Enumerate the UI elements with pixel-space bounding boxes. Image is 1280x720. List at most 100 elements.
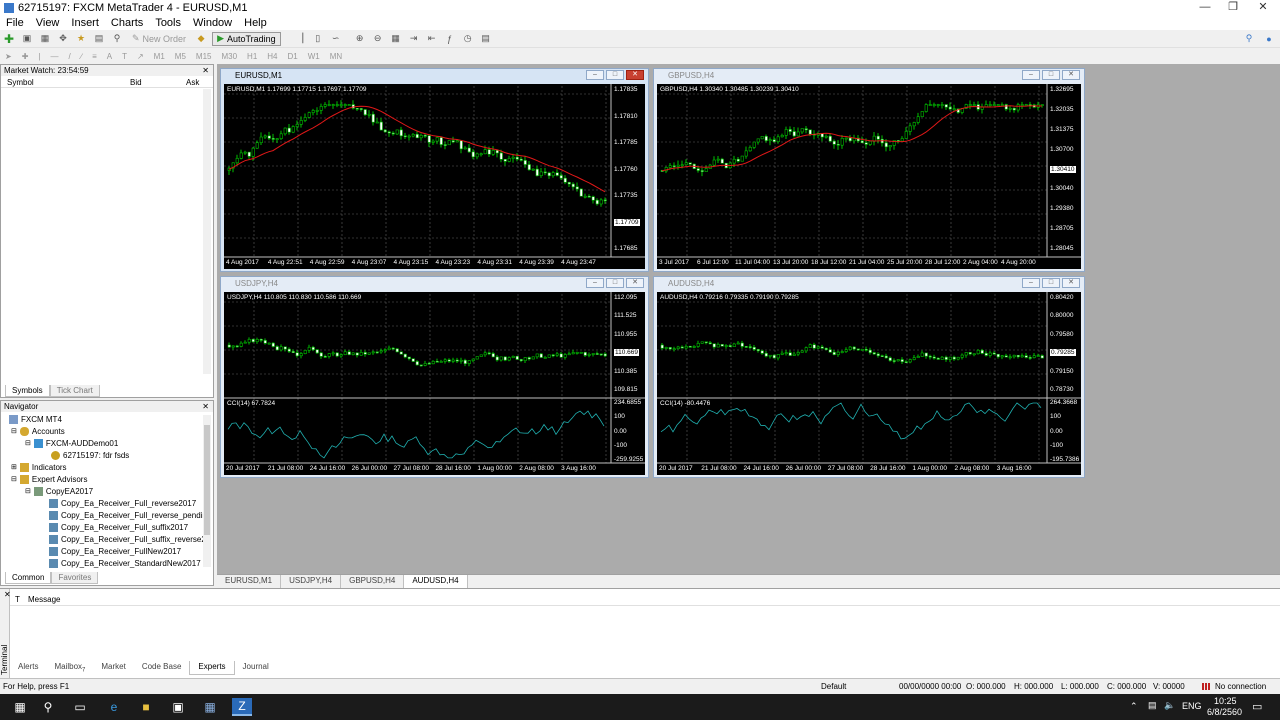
navigator-scrollbar[interactable] [203,415,211,567]
task-view-icon[interactable]: ▭ [70,698,90,716]
period-h1[interactable]: H1 [247,52,257,61]
period-d1[interactable]: D1 [288,52,298,61]
profiles-icon[interactable]: ▣ [20,32,34,46]
minimize-icon[interactable]: – [1022,278,1040,288]
minimize-button[interactable]: — [1190,0,1220,16]
close-icon[interactable]: ✕ [626,278,644,288]
search-icon[interactable]: ⚲ [38,698,58,716]
maximize-icon[interactable]: □ [1042,70,1060,80]
chart-window-titlebar[interactable]: GBPUSD,H4 – □ ✕ [654,69,1084,82]
line-chart-icon[interactable]: ∽ [329,32,343,46]
tab-mailbox[interactable]: Mailbox7 [46,661,93,675]
tab-alerts[interactable]: Alerts [10,661,46,675]
period-m1[interactable]: M1 [154,52,165,61]
nav-item-ea[interactable]: Copy_Ea_Receiver_FullNew2017 [49,545,181,557]
maximize-button[interactable]: ❐ [1218,0,1248,16]
period-w1[interactable]: W1 [308,52,320,61]
menu-insert[interactable]: Insert [65,16,105,30]
store-icon[interactable]: ▣ [168,698,188,716]
nav-item-ea[interactable]: Copy_Ea_Receiver_StandardNew2017 [49,557,201,569]
close-icon[interactable]: ✕ [626,70,644,80]
tab-symbols[interactable]: Symbols [5,385,50,397]
autoscroll-icon[interactable]: ⇥ [407,32,421,46]
community-icon[interactable]: ● [1262,32,1276,46]
chart-window[interactable]: EURUSD,M1 – □ ✕ EURUSD,M1 1.17699 1.17715 1.… [220,68,649,272]
text-icon[interactable]: A [107,52,112,61]
vline-icon[interactable]: | [38,52,40,61]
tray-date[interactable]: 6/8/2560 [1207,707,1242,717]
market-watch-scrollbar[interactable] [203,89,211,374]
data-window-icon[interactable]: ✥ [56,32,70,46]
menu-view[interactable]: View [30,16,66,30]
chart-window[interactable]: GBPUSD,H4 – □ ✕ GBPUSD,H4 1.30340 1.30485 1.… [653,68,1085,272]
hline-icon[interactable]: — [50,52,58,61]
tab-tick-chart[interactable]: Tick Chart [49,385,100,397]
arrow-icon[interactable]: ↗ [137,52,144,61]
col-symbol[interactable]: Symbol [7,78,34,87]
templates-icon[interactable]: ▤ [479,32,493,46]
channel-icon[interactable]: ∕ [81,52,82,61]
menu-help[interactable]: Help [238,16,273,30]
cursor-icon[interactable]: ➤ [5,52,12,61]
navigator-icon[interactable]: ★ [74,32,88,46]
nav-item-account[interactable]: 62715197: fdr fsds [51,449,129,461]
app-z-icon[interactable]: Z [232,698,252,716]
chart-plot[interactable]: GBPUSD,H4 1.30340 1.30485 1.30239 1.3041… [657,84,1081,269]
chart-plot[interactable]: AUDUSD,H4 0.79216 0.79335 0.79190 0.7928… [657,292,1081,475]
col-message[interactable]: Message [28,595,60,604]
tray-lang[interactable]: ENG [1182,701,1202,711]
close-icon[interactable]: ✕ [1062,70,1080,80]
menu-window[interactable]: Window [187,16,238,30]
tab-experts[interactable]: Experts [189,661,235,675]
nav-item-experts[interactable]: ⊟ Expert Advisors [11,473,87,485]
period-h4[interactable]: H4 [267,52,277,61]
menu-tools[interactable]: Tools [149,16,187,30]
label-icon[interactable]: T [122,52,127,61]
nav-item-ea[interactable]: Copy_Ea_Receiver_Full_suffix2017 [49,521,188,533]
trendline-icon[interactable]: / [68,52,70,61]
period-m15[interactable]: M15 [196,52,212,61]
maximize-icon[interactable]: □ [606,278,624,288]
period-mn[interactable]: MN [330,52,342,61]
chart-plot[interactable]: USDJPY,H4 110.805 110.830 110.586 110.66… [224,292,645,475]
terminal-icon-btn[interactable]: ▤ [92,32,106,46]
chart-plot[interactable]: EURUSD,M1 1.17699 1.17715 1.17697 1.1770… [224,84,645,269]
autotrading-button[interactable]: ▶ AutoTrading [212,31,281,46]
nav-item-ea[interactable]: Copy_Ea_Receiver_Full_reverse_pending [49,509,211,521]
nav-item-ea[interactable]: Copy_Ea_Receiver_Full_suffix_reverse20 [49,533,210,545]
nav-item-folder[interactable]: ⊟ CopyEA2017 [25,485,93,497]
chart-tab-usdjpy[interactable]: USDJPY,H4 [281,575,342,588]
chart-window-titlebar[interactable]: USDJPY,H4 – □ ✕ [221,277,648,290]
zoom-in-icon[interactable]: ⊕ [353,32,367,46]
minimize-icon[interactable]: – [586,70,604,80]
close-icon[interactable]: ✕ [202,65,209,76]
nav-item-accounts[interactable]: ⊟ Accounts [11,425,65,437]
period-m5[interactable]: M5 [175,52,186,61]
nav-item-server[interactable]: ⊟ FXCM-AUDDemo01 [25,437,118,449]
periods-icon[interactable]: ◷ [461,32,475,46]
tab-market[interactable]: Market [93,661,133,675]
col-ask[interactable]: Ask [186,78,199,87]
nav-item-ea[interactable]: Copy_Ea_Receiver_Full_reverse2017 [49,497,196,509]
search-icon[interactable]: ⚲ [1242,32,1256,46]
new-order-button[interactable]: ✎ New Order [128,32,190,46]
close-icon[interactable]: ✕ [202,401,209,412]
tile-windows-icon[interactable]: ▦ [389,32,403,46]
chart-window-titlebar[interactable]: EURUSD,M1 – □ ✕ [221,69,648,82]
metatrader-icon[interactable]: ▦ [200,698,220,716]
bar-chart-icon[interactable]: ▕ [293,32,307,46]
metaeditor-icon[interactable]: ◆ [194,32,208,46]
windows-start-icon[interactable]: ▦ [10,698,30,716]
period-m30[interactable]: M30 [221,52,237,61]
network-icon[interactable]: ▤ [1148,700,1157,711]
close-button[interactable]: ✕ [1248,0,1278,16]
nav-item-fxcm[interactable]: FXCM MT4 [9,413,62,425]
nav-item-indicators[interactable]: ⊞ Indicators [11,461,67,473]
chart-tab-eurusd[interactable]: EURUSD,M1 [217,575,282,588]
edge-icon[interactable]: e [104,698,124,716]
col-type[interactable]: T [15,595,20,604]
file-explorer-icon[interactable]: ■ [136,698,156,716]
chart-window[interactable]: USDJPY,H4 – □ ✕ USDJPY,H4 110.805 110.830 11… [220,276,649,478]
candlestick-icon[interactable]: ▯ [311,32,325,46]
tray-chevron-icon[interactable]: ⌃ [1130,701,1138,712]
